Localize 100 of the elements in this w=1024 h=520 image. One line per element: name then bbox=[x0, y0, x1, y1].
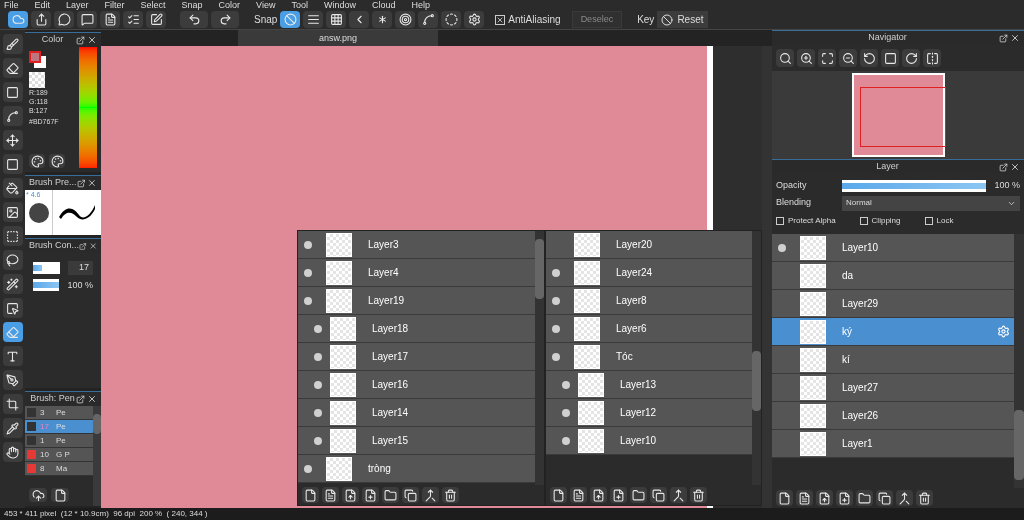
close-icon[interactable] bbox=[1010, 162, 1020, 172]
hand-button[interactable] bbox=[2, 442, 23, 462]
close-icon[interactable] bbox=[87, 35, 97, 45]
checkbox[interactable] bbox=[924, 217, 933, 225]
checkbox[interactable] bbox=[859, 217, 868, 225]
undo-button[interactable] bbox=[180, 11, 208, 28]
grid-button[interactable] bbox=[326, 11, 347, 28]
menu-item[interactable]: Color bbox=[218, 0, 241, 10]
menu-item[interactable]: File bbox=[4, 0, 19, 10]
folder-button[interactable] bbox=[856, 490, 873, 506]
zoom-in-button[interactable] bbox=[797, 49, 815, 67]
folder-button[interactable] bbox=[630, 487, 647, 503]
menu-item[interactable]: Window bbox=[324, 0, 356, 10]
zoom-out-button[interactable] bbox=[839, 49, 857, 67]
layer-row[interactable]: Layer24 bbox=[546, 259, 752, 287]
brush-item[interactable]: 3 Pe bbox=[25, 406, 93, 420]
merge-button[interactable] bbox=[896, 490, 913, 506]
undock-icon[interactable] bbox=[76, 35, 85, 45]
fit-button[interactable] bbox=[818, 49, 836, 67]
curve-button[interactable] bbox=[418, 11, 439, 28]
reset-button[interactable]: Reset bbox=[657, 11, 708, 28]
new-layer-button[interactable] bbox=[550, 487, 567, 503]
layer-row[interactable]: Layer18 bbox=[298, 315, 535, 343]
close-icon[interactable] bbox=[88, 241, 97, 251]
select-eraser-button[interactable] bbox=[2, 322, 23, 342]
layer-row[interactable]: Layer10 bbox=[546, 427, 752, 455]
layer-row[interactable]: Layer8 bbox=[546, 287, 752, 315]
layer-row[interactable]: Layer16 bbox=[298, 371, 535, 399]
new-8bit-layer-button[interactable] bbox=[796, 490, 813, 506]
menu-item[interactable]: Snap bbox=[181, 0, 203, 10]
text-button[interactable] bbox=[2, 346, 23, 366]
layer-row[interactable]: Layer13 bbox=[546, 371, 752, 399]
layer-row[interactable]: Layer17 bbox=[298, 343, 535, 371]
checklist-button[interactable] bbox=[123, 11, 143, 28]
add-layer-button[interactable] bbox=[836, 490, 853, 506]
layer-row[interactable]: Layer29 bbox=[772, 290, 1014, 318]
cloud-button[interactable] bbox=[8, 11, 28, 28]
layer-row[interactable]: Layer19 bbox=[298, 287, 535, 315]
trash-button[interactable] bbox=[442, 487, 459, 503]
edit-button[interactable] bbox=[146, 11, 166, 28]
palette-settings-button[interactable] bbox=[49, 154, 65, 168]
checkbox[interactable] bbox=[495, 14, 506, 25]
menu-item[interactable]: Edit bbox=[34, 0, 51, 10]
circle-button[interactable] bbox=[441, 11, 462, 28]
share-button[interactable] bbox=[31, 11, 51, 28]
close-icon[interactable] bbox=[87, 178, 97, 188]
flip-button[interactable] bbox=[923, 49, 941, 67]
filled-square-button[interactable] bbox=[2, 154, 23, 174]
new-8bit-layer-button[interactable] bbox=[322, 487, 339, 503]
zoom-actual-button[interactable] bbox=[776, 49, 794, 67]
layer-row[interactable]: Layer20 bbox=[546, 231, 752, 259]
eyedropper-button[interactable] bbox=[2, 418, 23, 438]
rectangle-select-button[interactable] bbox=[2, 226, 23, 246]
settings-icon[interactable] bbox=[997, 325, 1010, 338]
duplicate-button[interactable] bbox=[402, 487, 419, 503]
brush-item[interactable]: 1 Pe bbox=[25, 434, 93, 448]
radial-button[interactable] bbox=[372, 11, 393, 28]
add-layer-button[interactable] bbox=[362, 487, 379, 503]
layer-row[interactable]: Layer14 bbox=[298, 399, 535, 427]
new-8bit-layer-button[interactable] bbox=[570, 487, 587, 503]
lasso-button[interactable] bbox=[2, 250, 23, 270]
undock-icon[interactable] bbox=[999, 33, 1008, 43]
scrollbar[interactable] bbox=[752, 231, 761, 485]
checkbox[interactable] bbox=[776, 217, 784, 225]
size-slider[interactable] bbox=[33, 261, 60, 274]
close-icon[interactable] bbox=[1010, 33, 1020, 43]
blending-dropdown[interactable]: Normal bbox=[842, 195, 1020, 211]
perspective-button[interactable] bbox=[349, 11, 370, 28]
size-field[interactable]: 17 bbox=[67, 261, 93, 275]
merge-button[interactable] bbox=[422, 487, 439, 503]
merge-button[interactable] bbox=[670, 487, 687, 503]
new-1bit-layer-button[interactable] bbox=[342, 487, 359, 503]
rotate-left-button[interactable] bbox=[860, 49, 878, 67]
close-icon[interactable] bbox=[87, 394, 97, 404]
scrollbar[interactable] bbox=[535, 231, 544, 485]
layer-row[interactable]: Layer4 bbox=[298, 259, 535, 287]
settings-button[interactable] bbox=[464, 11, 485, 28]
layer-row[interactable]: Tóc bbox=[546, 343, 752, 371]
menu-item[interactable]: Cloud bbox=[372, 0, 396, 10]
undock-icon[interactable] bbox=[999, 162, 1008, 172]
palette-button[interactable] bbox=[29, 154, 45, 168]
duplicate-button[interactable] bbox=[876, 490, 893, 506]
rectangle-button[interactable] bbox=[2, 82, 23, 102]
move-button[interactable] bbox=[2, 130, 23, 150]
scrollbar[interactable] bbox=[762, 46, 772, 508]
layer-row[interactable]: Layer10 bbox=[772, 234, 1014, 262]
new-layer-button[interactable] bbox=[776, 490, 793, 506]
paint-bucket-button[interactable] bbox=[2, 178, 23, 198]
trash-button[interactable] bbox=[916, 490, 933, 506]
menu-item[interactable]: Filter bbox=[104, 0, 125, 10]
layer-row[interactable]: Layer27 bbox=[772, 374, 1014, 402]
layer-row[interactable]: kí bbox=[772, 346, 1014, 374]
menu-item[interactable]: Tool bbox=[291, 0, 308, 10]
eraser-button[interactable] bbox=[2, 58, 23, 78]
new-1bit-layer-button[interactable] bbox=[816, 490, 833, 506]
redo-button[interactable] bbox=[211, 11, 239, 28]
layer-row[interactable]: Layer15 bbox=[298, 427, 535, 455]
scrollbar[interactable] bbox=[93, 406, 101, 506]
layer-row[interactable]: tròng bbox=[298, 455, 535, 483]
trash-button[interactable] bbox=[690, 487, 707, 503]
